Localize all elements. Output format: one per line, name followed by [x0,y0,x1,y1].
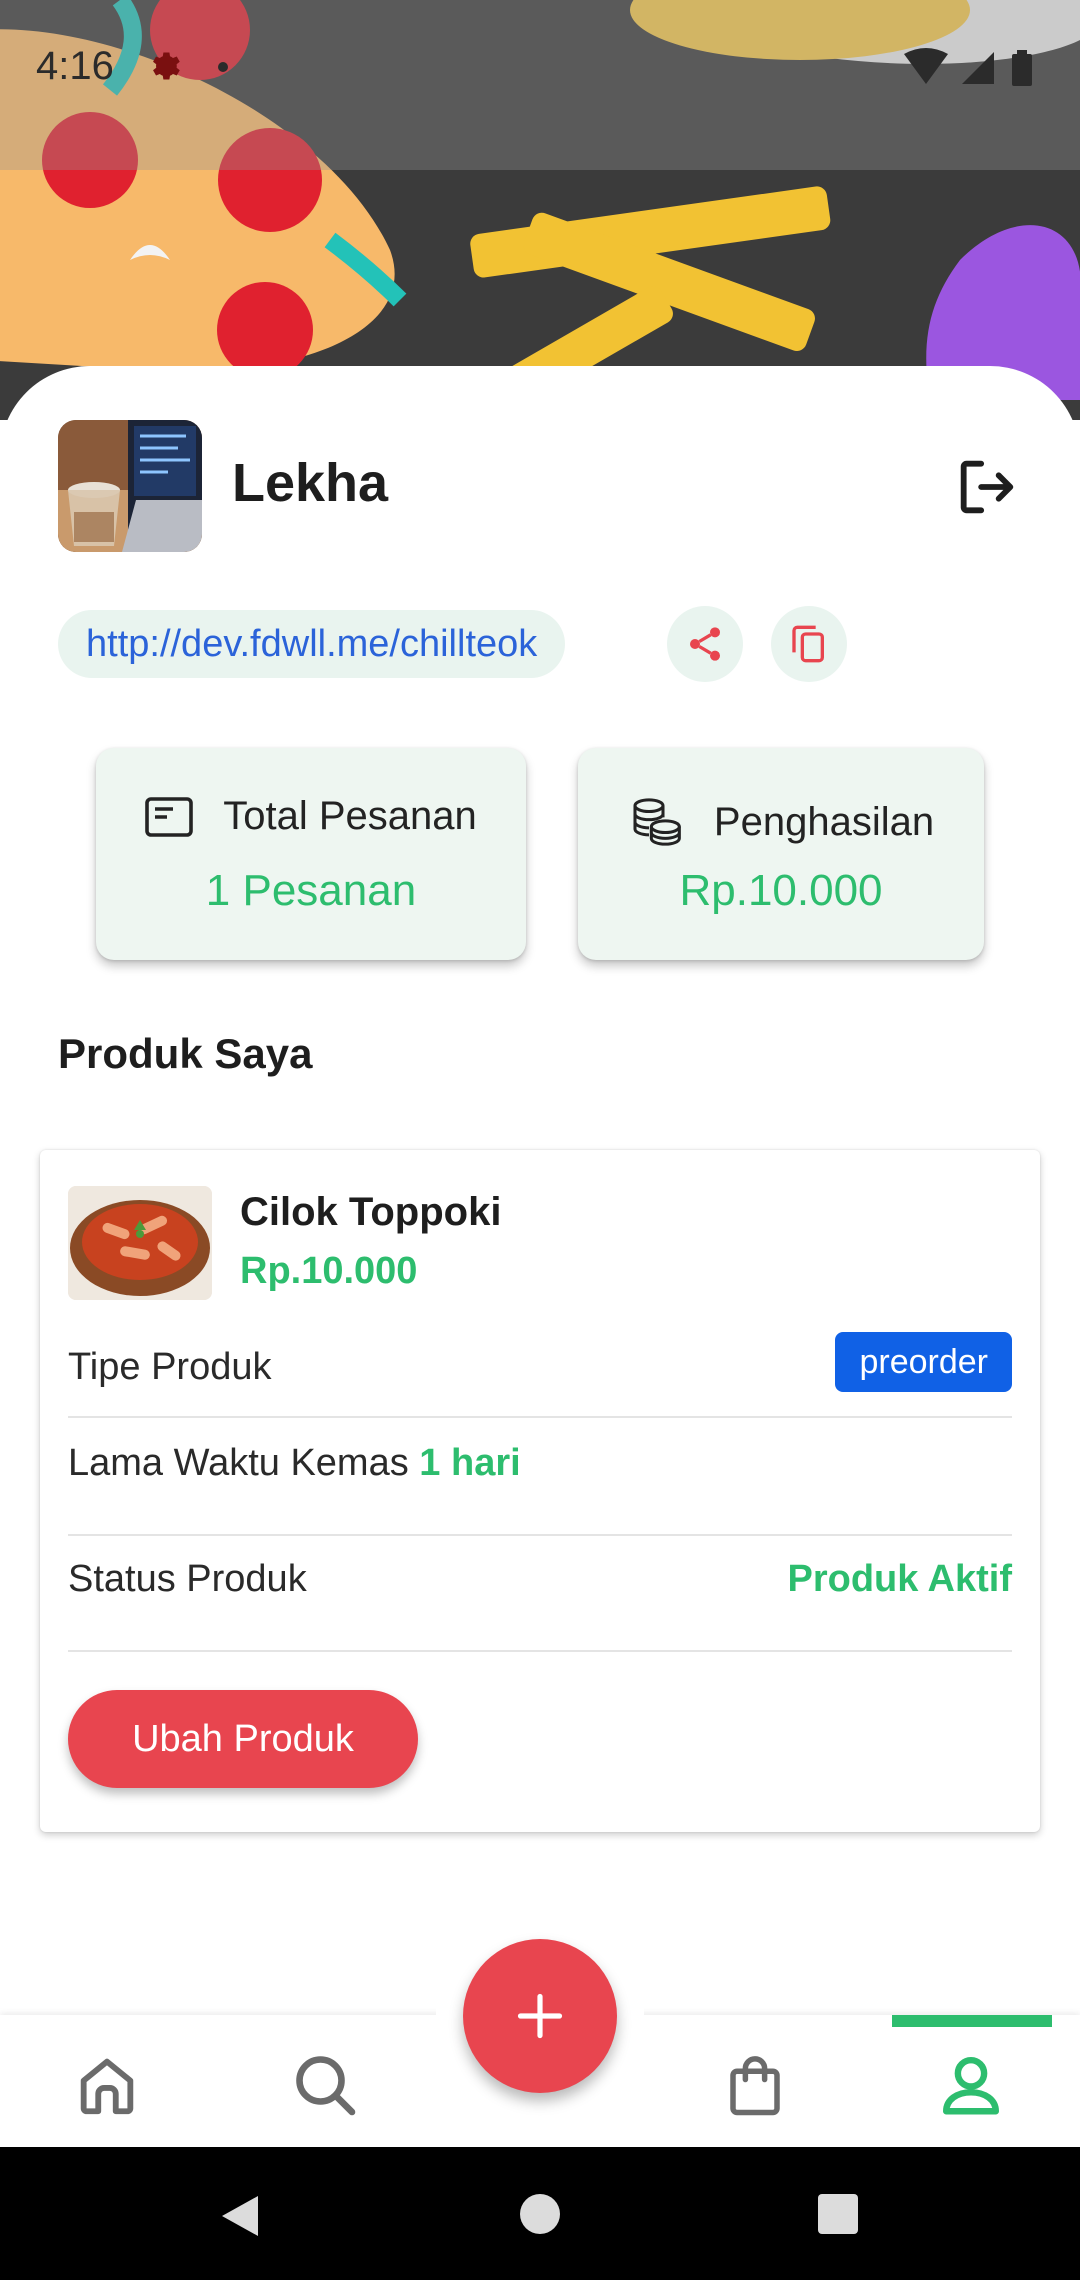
product-image [68,1186,212,1300]
divider [68,1650,1012,1652]
receipt-icon [145,796,194,837]
product-status-row: Status Produk Produk Aktif [68,1558,1012,1601]
product-type-badge: preorder [835,1332,1012,1392]
bag-icon [730,2056,780,2116]
profile-icon [943,2057,999,2115]
share-icon [690,627,720,661]
product-type-row: Tipe Produk preorder [68,1332,1012,1392]
wifi-icon [904,48,948,84]
status-time: 4:16 [36,44,114,88]
add-product-button[interactable] [463,1939,617,2093]
total-orders-card: Total Pesanan 1 Pesanan [96,748,526,960]
gear-icon [153,52,180,80]
product-status-label: Status Produk [68,1558,307,1600]
copy-button[interactable] [771,606,847,682]
section-title: Produk Saya [58,1030,313,1077]
copy-icon [792,625,824,663]
profile-name: Lekha [232,453,389,513]
coins-icon [633,798,681,846]
home-icon [80,2058,134,2115]
plus-icon [517,1993,563,2039]
edit-product-button[interactable]: Ubah Produk [68,1690,418,1788]
share-button[interactable] [667,606,743,682]
logout-icon [960,460,1014,514]
logout-button[interactable] [952,452,1022,522]
system-home-button[interactable] [520,2194,560,2234]
avatar[interactable] [58,420,202,552]
status-indicators [904,48,1032,86]
product-status-value: Produk Aktif [787,1558,1013,1600]
nav-search[interactable] [280,2040,370,2130]
nav-home[interactable] [62,2040,152,2130]
battery-icon [1012,54,1032,86]
product-type-label: Tipe Produk [68,1346,272,1388]
total-orders-title: Total Pesanan [223,794,477,838]
product-card[interactable]: Cilok Toppoki Rp.10.000 Tipe Produk preo… [40,1150,1040,1832]
income-value: Rp.10.000 [679,866,883,915]
packing-time-value: 1 hari [419,1442,521,1484]
back-icon[interactable] [218,2192,262,2240]
nav-profile[interactable] [926,2040,1016,2130]
packing-time-row: Lama Waktu Kemas 1 hari [68,1442,1012,1485]
search-icon [296,2056,356,2116]
total-orders-value: 1 Pesanan [205,866,417,915]
income-title: Penghasilan [713,799,935,844]
active-tab-indicator [892,2015,1052,2027]
divider [68,1534,1012,1536]
status-bar: 4:16 [0,0,1080,170]
system-recents-button[interactable] [818,2194,858,2234]
store-link[interactable]: http://dev.fdwll.me/chillteok [58,610,566,678]
income-card: Penghasilan Rp.10.000 [578,748,984,960]
product-name: Cilok Toppoki [240,1190,502,1234]
product-price: Rp.10.000 [240,1250,418,1292]
divider [68,1416,1012,1418]
notification-dot [218,62,228,72]
nav-orders[interactable] [710,2040,800,2130]
signal-icon [962,52,994,84]
packing-time-label: Lama Waktu Kemas [68,1442,409,1484]
